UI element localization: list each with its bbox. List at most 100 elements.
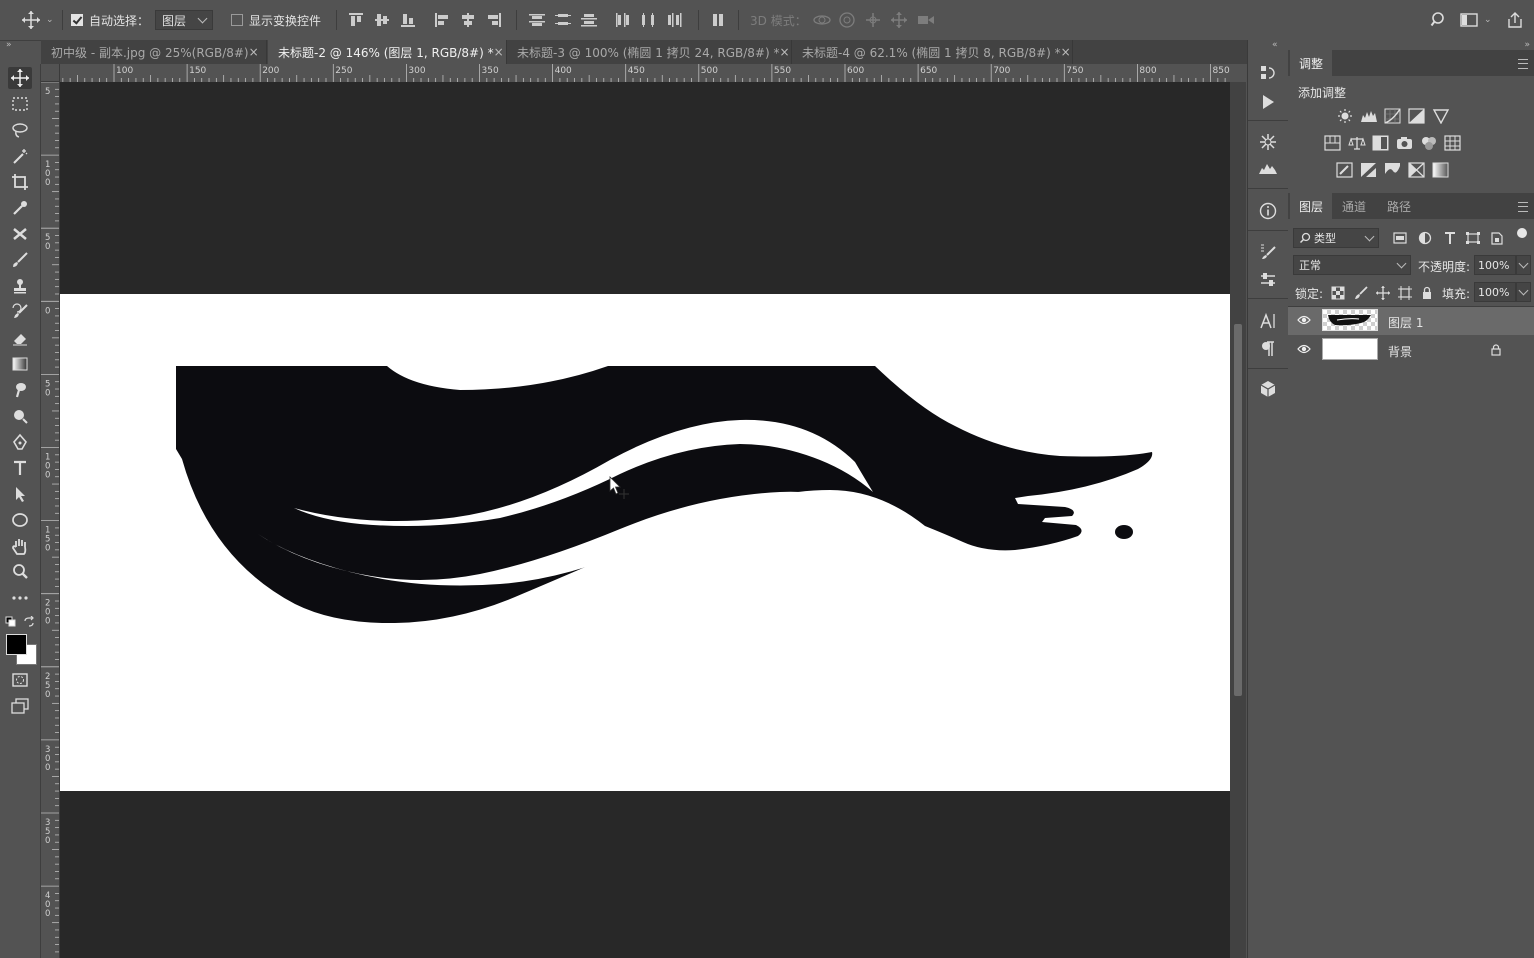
brush-tool[interactable] bbox=[8, 249, 32, 271]
tab-layers[interactable]: 图层 bbox=[1290, 193, 1332, 219]
swap-colors-button[interactable] bbox=[23, 616, 35, 628]
history-brush-tool[interactable] bbox=[8, 301, 32, 323]
brushes-panel-button[interactable] bbox=[1259, 243, 1277, 261]
3d-orbit-button[interactable] bbox=[812, 0, 832, 40]
levels-button[interactable] bbox=[1360, 108, 1378, 124]
vertical-scrollbar[interactable] bbox=[1230, 82, 1246, 958]
type-tool[interactable] bbox=[8, 457, 32, 479]
distribute-hcenter-button[interactable] bbox=[640, 0, 658, 40]
quick-select-tool[interactable] bbox=[8, 145, 32, 167]
eyedropper-tool[interactable] bbox=[8, 197, 32, 219]
clone-stamp-tool[interactable] bbox=[8, 275, 32, 297]
dodge-tool[interactable] bbox=[8, 405, 32, 427]
collapse-panels-icon[interactable]: » bbox=[1524, 40, 1530, 50]
distribute-right-button[interactable] bbox=[666, 0, 684, 40]
horizontal-ruler[interactable]: 100 150 200 250 300 350 400 450 500 550 600 650 700 7… bbox=[60, 64, 1230, 83]
visibility-toggle[interactable] bbox=[1297, 343, 1311, 355]
visibility-toggle[interactable] bbox=[1297, 314, 1311, 326]
black-white-button[interactable] bbox=[1372, 135, 1390, 151]
history-panel-button[interactable] bbox=[1259, 64, 1277, 82]
auto-align-button[interactable] bbox=[710, 0, 726, 40]
move-tool[interactable] bbox=[8, 67, 32, 89]
opacity-input[interactable]: 100% bbox=[1474, 255, 1516, 275]
tab-doc-2[interactable]: 未标题-2 @ 146% (图层 1, RGB/8#) * × bbox=[268, 40, 507, 64]
default-colors-button[interactable] bbox=[5, 616, 17, 628]
lock-all-button[interactable] bbox=[1420, 286, 1438, 302]
show-transform-checkbox[interactable]: 显示变换控件 bbox=[231, 0, 321, 40]
filter-shape-button[interactable] bbox=[1465, 231, 1483, 247]
actions-panel-button[interactable] bbox=[1260, 93, 1276, 111]
share-button[interactable] bbox=[1506, 0, 1524, 40]
align-top-button[interactable] bbox=[348, 0, 364, 40]
character-panel-button[interactable] bbox=[1259, 312, 1277, 330]
distribute-top-button[interactable] bbox=[528, 0, 546, 40]
gradient-tool[interactable] bbox=[8, 353, 32, 375]
filter-smart-object-button[interactable] bbox=[1489, 231, 1507, 247]
distribute-bottom-button[interactable] bbox=[580, 0, 598, 40]
align-vcenter-button[interactable] bbox=[374, 0, 390, 40]
auto-select-checkbox[interactable]: 自动选择： bbox=[71, 0, 149, 40]
layer-filter-dropdown[interactable]: 类型 bbox=[1293, 228, 1379, 248]
invert-button[interactable] bbox=[1336, 162, 1354, 178]
info-panel-button[interactable] bbox=[1259, 202, 1277, 220]
paragraph-panel-button[interactable] bbox=[1260, 340, 1276, 358]
eraser-tool[interactable] bbox=[8, 327, 32, 349]
tab-adjustments[interactable]: 调整 bbox=[1290, 50, 1332, 76]
filter-toggle-switch[interactable] bbox=[1517, 228, 1527, 238]
threshold-button[interactable] bbox=[1384, 162, 1402, 178]
tab-doc-1[interactable]: 初中级 - 副本.jpg @ 25%(RGB/8#) × bbox=[41, 40, 267, 64]
vertical-ruler[interactable]: 510050050100150200250300350400 bbox=[41, 82, 60, 958]
path-selection-tool[interactable] bbox=[8, 483, 32, 505]
distribute-vcenter-button[interactable] bbox=[554, 0, 572, 40]
fill-input[interactable]: 100% bbox=[1474, 282, 1516, 302]
close-icon[interactable]: × bbox=[494, 45, 504, 59]
filter-pixel-button[interactable] bbox=[1392, 231, 1410, 247]
blur-tool[interactable] bbox=[8, 379, 32, 401]
screen-mode-button[interactable] bbox=[8, 695, 32, 717]
close-icon[interactable]: × bbox=[249, 45, 259, 59]
document-canvas[interactable] bbox=[60, 294, 1230, 791]
hue-saturation-button[interactable] bbox=[1324, 135, 1342, 151]
posterize-button[interactable] bbox=[1360, 162, 1378, 178]
expand-panels-icon[interactable]: « bbox=[1272, 40, 1278, 50]
marquee-tool[interactable] bbox=[8, 93, 32, 115]
panel-menu-icon[interactable] bbox=[1518, 202, 1528, 212]
brush-settings-button[interactable] bbox=[1259, 133, 1277, 151]
move-tool-preset[interactable]: ⌄ bbox=[20, 0, 54, 40]
layer-row-layer1[interactable]: 图层 1 bbox=[1288, 307, 1534, 335]
curves-button[interactable] bbox=[1384, 108, 1402, 124]
distribute-left-button[interactable] bbox=[614, 0, 632, 40]
tab-doc-3[interactable]: 未标题-3 @ 100% (椭圆 1 拷贝 24, RGB/8#) * × bbox=[507, 40, 792, 64]
zoom-tool[interactable] bbox=[8, 561, 32, 583]
auto-select-target-dropdown[interactable]: 图层 bbox=[155, 10, 213, 30]
color-lookup-button[interactable] bbox=[1444, 135, 1462, 151]
color-balance-button[interactable] bbox=[1348, 135, 1366, 151]
brightness-contrast-button[interactable] bbox=[1336, 108, 1354, 124]
tab-channels[interactable]: 通道 bbox=[1332, 193, 1376, 219]
filter-adjustment-button[interactable] bbox=[1417, 231, 1435, 247]
lock-position-button[interactable] bbox=[1376, 286, 1394, 302]
close-icon[interactable]: × bbox=[1061, 45, 1071, 59]
3d-panel-button[interactable] bbox=[1259, 380, 1277, 398]
pen-tool[interactable] bbox=[8, 431, 32, 453]
crop-tool[interactable] bbox=[8, 171, 32, 193]
workspace-switcher[interactable]: ⌄ bbox=[1460, 0, 1492, 40]
opacity-slider-toggle[interactable] bbox=[1516, 255, 1531, 275]
layer-name[interactable]: 背景 bbox=[1388, 343, 1412, 360]
align-left-button[interactable] bbox=[434, 0, 450, 40]
histogram-panel-button[interactable] bbox=[1258, 160, 1278, 176]
tab-doc-4[interactable]: 未标题-4 @ 62.1% (椭圆 1 拷贝 8, RGB/8#) * × bbox=[792, 40, 1073, 64]
foreground-color-swatch[interactable] bbox=[6, 634, 27, 655]
healing-brush-tool[interactable] bbox=[8, 223, 32, 245]
photo-filter-button[interactable] bbox=[1396, 135, 1414, 151]
toolbar-collapse-icon[interactable]: » bbox=[6, 40, 12, 50]
panel-menu-icon[interactable] bbox=[1518, 59, 1528, 69]
lock-transparent-button[interactable] bbox=[1331, 286, 1349, 302]
more-tools[interactable] bbox=[8, 587, 32, 609]
lock-pixels-button[interactable] bbox=[1354, 286, 1372, 302]
3d-slide-button[interactable] bbox=[890, 0, 908, 40]
3d-scale-button[interactable] bbox=[916, 0, 936, 40]
hand-tool[interactable] bbox=[8, 535, 32, 557]
fill-slider-toggle[interactable] bbox=[1516, 282, 1531, 302]
tab-paths[interactable]: 路径 bbox=[1376, 193, 1422, 219]
